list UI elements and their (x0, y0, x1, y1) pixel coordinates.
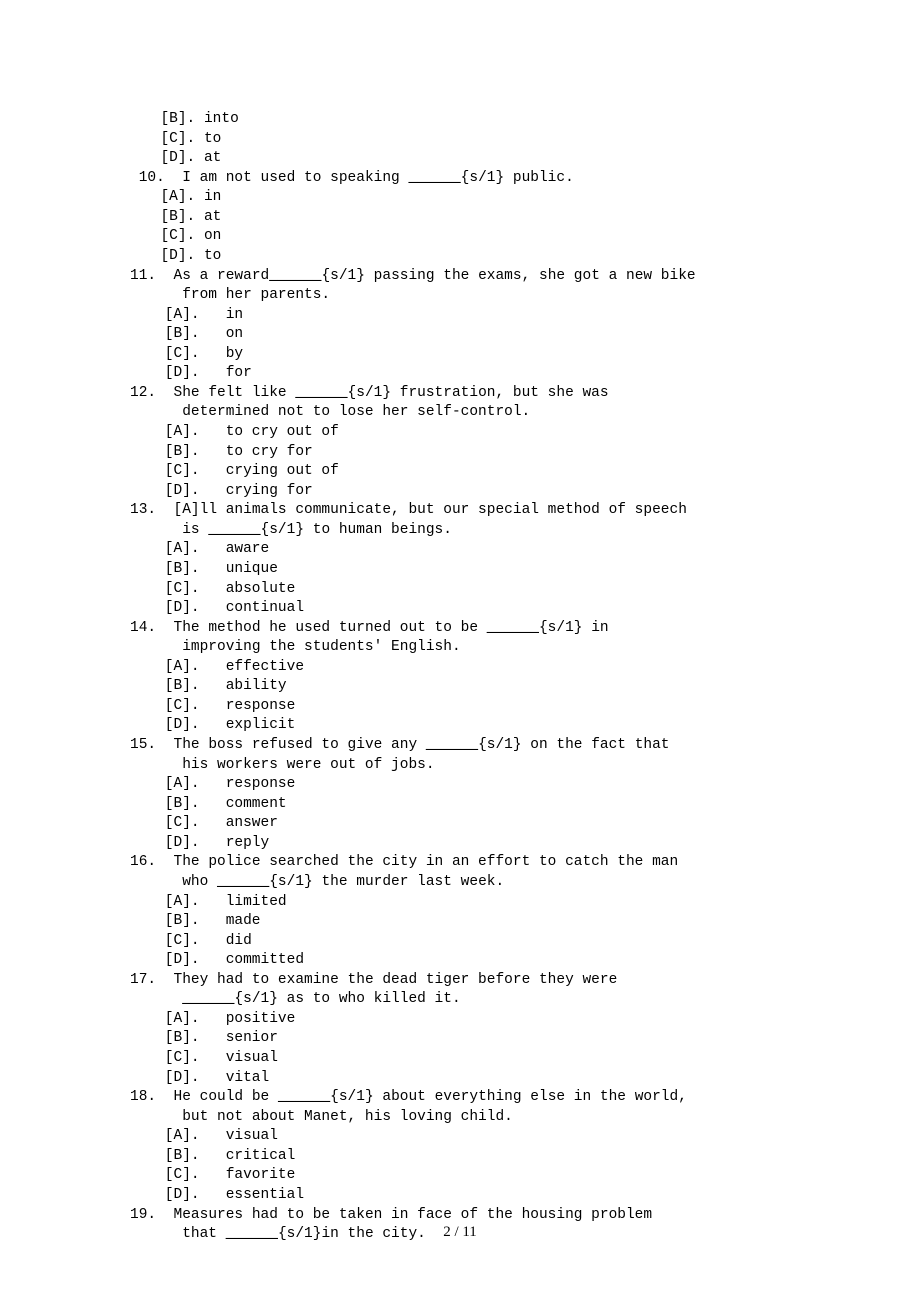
text-line: [C]. favorite (130, 1166, 790, 1186)
text-line: who ______{s/1} the murder last week. (130, 873, 790, 893)
text-line: [C]. did (130, 932, 790, 952)
document-page: [B]. into[C]. to[D]. at 10. I am not use… (0, 0, 920, 1302)
text-line: [C]. by (130, 345, 790, 365)
text-line: [D]. reply (130, 834, 790, 854)
text-line: 15. The boss refused to give any ______{… (130, 736, 790, 756)
text-line: [D]. at (130, 149, 790, 169)
text-line: [D]. for (130, 364, 790, 384)
text-line: [B]. ability (130, 677, 790, 697)
text-line: determined not to lose her self-control. (130, 403, 790, 423)
text-line: [C]. visual (130, 1049, 790, 1069)
text-line: [A]. in (130, 188, 790, 208)
text-line: [A]. limited (130, 893, 790, 913)
text-line: [D]. essential (130, 1186, 790, 1206)
text-line: [D]. vital (130, 1069, 790, 1089)
text-line: [D]. committed (130, 951, 790, 971)
text-line: [B]. critical (130, 1147, 790, 1167)
text-line: [B]. to cry for (130, 443, 790, 463)
text-line: [A]. positive (130, 1010, 790, 1030)
text-line: [C]. to (130, 130, 790, 150)
text-line: [B]. senior (130, 1029, 790, 1049)
question-content: [B]. into[C]. to[D]. at 10. I am not use… (130, 110, 790, 1245)
text-line: [B]. comment (130, 795, 790, 815)
text-line: [C]. answer (130, 814, 790, 834)
text-line: 13. [A]ll animals communicate, but our s… (130, 501, 790, 521)
text-line: [D]. continual (130, 599, 790, 619)
text-line: is ______{s/1} to human beings. (130, 521, 790, 541)
text-line: [A]. in (130, 306, 790, 326)
text-line: [B]. at (130, 208, 790, 228)
text-line: 18. He could be ______{s/1} about everyt… (130, 1088, 790, 1108)
text-line: [A]. to cry out of (130, 423, 790, 443)
text-line: [B]. made (130, 912, 790, 932)
text-line: but not about Manet, his loving child. (130, 1108, 790, 1128)
text-line: 16. The police searched the city in an e… (130, 853, 790, 873)
text-line: [C]. on (130, 227, 790, 247)
text-line: 17. They had to examine the dead tiger b… (130, 971, 790, 991)
text-line: [D]. explicit (130, 716, 790, 736)
text-line: [C]. absolute (130, 580, 790, 600)
text-line: 12. She felt like ______{s/1} frustratio… (130, 384, 790, 404)
text-line: improving the students' English. (130, 638, 790, 658)
text-line: [A]. response (130, 775, 790, 795)
text-line: 11. As a reward______{s/1} passing the e… (130, 267, 790, 287)
text-line: [C]. response (130, 697, 790, 717)
text-line: [A]. visual (130, 1127, 790, 1147)
text-line: [A]. aware (130, 540, 790, 560)
text-line: ______{s/1} as to who killed it. (130, 990, 790, 1010)
text-line: [D]. to (130, 247, 790, 267)
page-footer: 2 / 11 (0, 1222, 920, 1242)
text-line: 14. The method he used turned out to be … (130, 619, 790, 639)
text-line: [C]. crying out of (130, 462, 790, 482)
text-line: [B]. on (130, 325, 790, 345)
text-line: [A]. effective (130, 658, 790, 678)
text-line: [B]. into (130, 110, 790, 130)
text-line: 10. I am not used to speaking ______{s/1… (130, 169, 790, 189)
text-line: [B]. unique (130, 560, 790, 580)
text-line: his workers were out of jobs. (130, 756, 790, 776)
text-line: [D]. crying for (130, 482, 790, 502)
text-line: from her parents. (130, 286, 790, 306)
